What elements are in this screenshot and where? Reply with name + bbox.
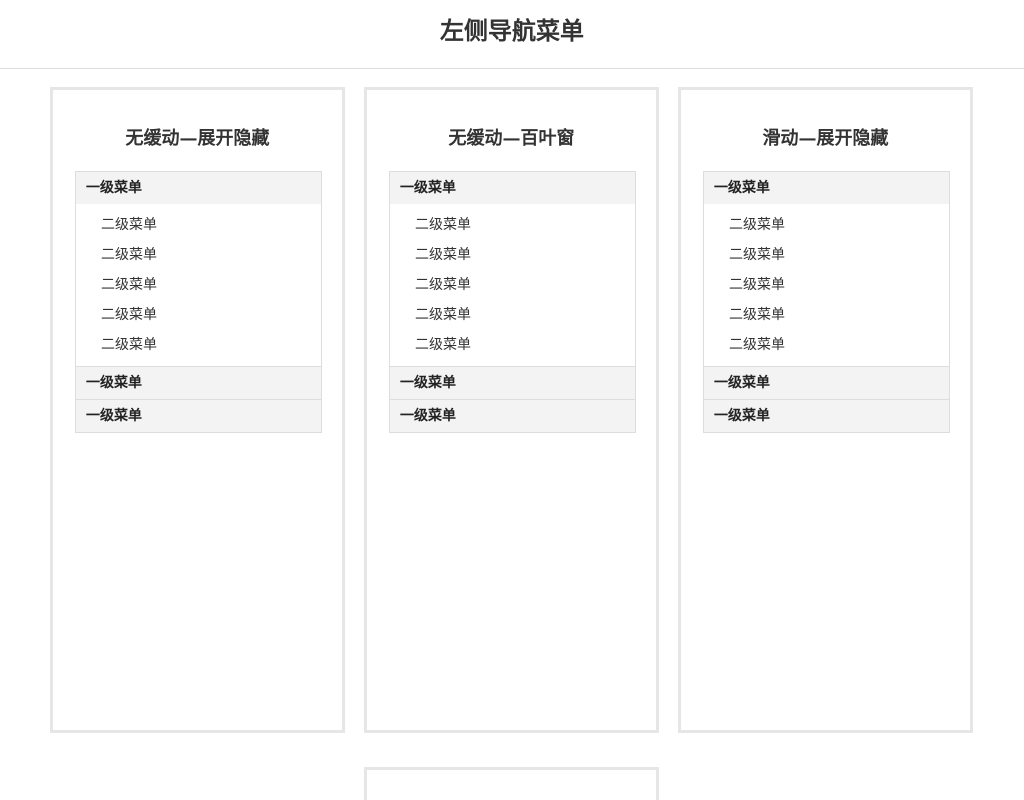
menu-group: 一级菜单 二级菜单 二级菜单 二级菜单 二级菜单 二级菜单 xyxy=(76,172,321,367)
level2-menu-item[interactable]: 二级菜单 xyxy=(76,270,321,300)
page-header: 左侧导航菜单 xyxy=(0,0,1024,69)
nav-menu: 一级菜单 二级菜单 二级菜单 二级菜单 二级菜单 二级菜单 一级菜单 一级菜单 xyxy=(389,171,636,433)
panel-title: 无缓动—百叶窗 xyxy=(448,128,575,149)
level2-menu-item[interactable]: 二级菜单 xyxy=(704,270,949,300)
level1-menu-item[interactable]: 一级菜单 xyxy=(76,367,321,399)
level2-menu-item[interactable]: 二级菜单 xyxy=(76,300,321,330)
panel-title: 滑动—展开隐藏 xyxy=(762,128,889,149)
submenu-list: 二级菜单 二级菜单 二级菜单 二级菜单 二级菜单 xyxy=(76,204,321,367)
level2-menu-item[interactable]: 二级菜单 xyxy=(704,300,949,330)
nav-menu: 一级菜单 二级菜单 二级菜单 二级菜单 二级菜单 二级菜单 一级菜单 一级菜单 xyxy=(703,171,950,433)
level1-menu-item[interactable]: 一级菜单 xyxy=(390,367,635,399)
level2-menu-item[interactable]: 二级菜单 xyxy=(704,240,949,270)
level2-menu-item[interactable]: 二级菜单 xyxy=(704,330,949,360)
menu-group: 一级菜单 xyxy=(704,399,949,432)
demo-panel-1: 无缓动—展开隐藏 一级菜单 二级菜单 二级菜单 二级菜单 二级菜单 二级菜单 一… xyxy=(50,87,345,733)
menu-group: 一级菜单 xyxy=(704,367,949,399)
level2-menu-item[interactable]: 二级菜单 xyxy=(390,240,635,270)
level2-menu-item[interactable]: 二级菜单 xyxy=(76,330,321,360)
level1-menu-item[interactable]: 一级菜单 xyxy=(704,367,949,399)
level2-menu-item[interactable]: 二级菜单 xyxy=(390,270,635,300)
panel-title: 无缓动—展开隐藏 xyxy=(125,128,270,149)
menu-group: 一级菜单 xyxy=(390,367,635,399)
demo-panel-3: 滑动—展开隐藏 一级菜单 二级菜单 二级菜单 二级菜单 二级菜单 二级菜单 一级… xyxy=(678,87,973,733)
menu-group: 一级菜单 二级菜单 二级菜单 二级菜单 二级菜单 二级菜单 xyxy=(704,172,949,367)
demo-panel-2: 无缓动—百叶窗 一级菜单 二级菜单 二级菜单 二级菜单 二级菜单 二级菜单 一级… xyxy=(364,87,659,733)
page-title: 左侧导航菜单 xyxy=(440,16,584,45)
level1-menu-item[interactable]: 一级菜单 xyxy=(390,400,635,432)
menu-group: 一级菜单 二级菜单 二级菜单 二级菜单 二级菜单 二级菜单 xyxy=(390,172,635,367)
level1-menu-item[interactable]: 一级菜单 xyxy=(704,400,949,432)
level1-menu-item[interactable]: 一级菜单 xyxy=(76,172,321,204)
level1-menu-item[interactable]: 一级菜单 xyxy=(390,172,635,204)
level2-menu-item[interactable]: 二级菜单 xyxy=(76,240,321,270)
menu-group: 一级菜单 xyxy=(76,399,321,432)
level1-menu-item[interactable]: 一级菜单 xyxy=(76,400,321,432)
submenu-list: 二级菜单 二级菜单 二级菜单 二级菜单 二级菜单 xyxy=(704,204,949,367)
level1-menu-item[interactable]: 一级菜单 xyxy=(704,172,949,204)
level2-menu-item[interactable]: 二级菜单 xyxy=(390,210,635,240)
menu-group: 一级菜单 xyxy=(390,399,635,432)
menu-group: 一级菜单 xyxy=(76,367,321,399)
nav-menu: 一级菜单 二级菜单 二级菜单 二级菜单 二级菜单 二级菜单 一级菜单 一级菜单 xyxy=(75,171,322,433)
level2-menu-item[interactable]: 二级菜单 xyxy=(704,210,949,240)
level2-menu-item[interactable]: 二级菜单 xyxy=(76,210,321,240)
level2-menu-item[interactable]: 二级菜单 xyxy=(390,300,635,330)
submenu-list: 二级菜单 二级菜单 二级菜单 二级菜单 二级菜单 xyxy=(390,204,635,367)
demo-panel-4 xyxy=(364,767,659,800)
level2-menu-item[interactable]: 二级菜单 xyxy=(390,330,635,360)
